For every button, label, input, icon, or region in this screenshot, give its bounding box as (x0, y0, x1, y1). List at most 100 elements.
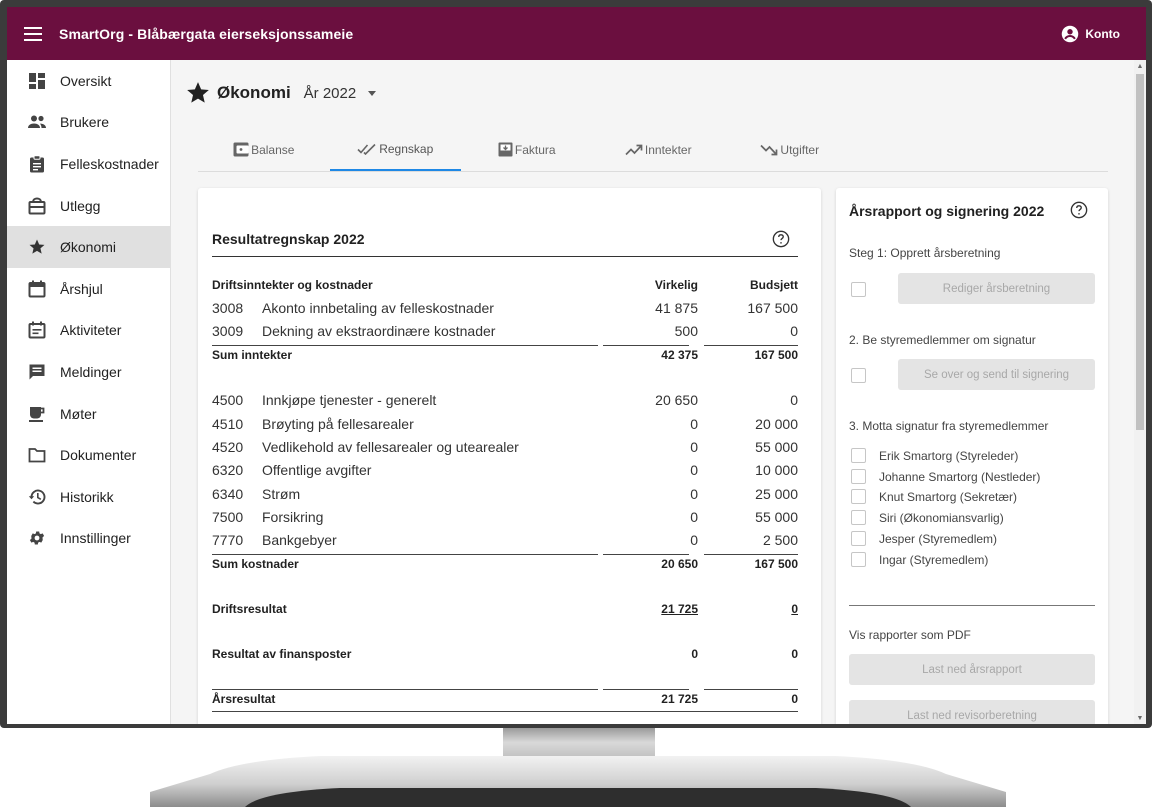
header-actual: Virkelig (654, 278, 698, 292)
receipt-box-icon (27, 196, 47, 216)
tab-utgifter[interactable]: Utgifter (724, 128, 856, 171)
monitor-bezel: SmartOrg - Blåbærgata eierseksjonssameie… (0, 0, 1152, 728)
menu-button[interactable] (7, 7, 59, 60)
scrollbar-thumb[interactable] (1136, 74, 1144, 430)
actual-value: 0 (690, 439, 698, 455)
sidebar-item-meldinger[interactable]: Meldinger (7, 351, 170, 393)
tab-inntekter[interactable]: Inntekter (593, 128, 725, 171)
actual-value: 0 (690, 532, 698, 548)
actual-value: 20 650 (661, 557, 698, 571)
step2-checkbox[interactable] (851, 368, 866, 383)
budget-value: 0 (790, 323, 798, 339)
account-description: Vedlikehold av fellesarealer og uteareal… (262, 439, 519, 455)
sidebar-item-dokumenter[interactable]: Dokumenter (7, 434, 170, 476)
tab-regnskap[interactable]: Regnskap (329, 128, 461, 171)
budget-value: 0 (791, 602, 798, 616)
sidebar-item-brukere[interactable]: Brukere (7, 102, 170, 144)
step2-label: 2. Be styremedlemmer om signatur (849, 333, 1036, 347)
sum-costs-row: Sum kostnader 20 650 167 500 (212, 555, 798, 577)
member-name: Ingar (Styremedlem) (879, 553, 989, 567)
tab-balanse[interactable]: Balanse (198, 128, 330, 171)
scroll-down-icon[interactable]: ▼ (1134, 712, 1146, 724)
member-checkbox[interactable] (851, 489, 866, 504)
actual-value: 0 (690, 486, 698, 502)
sidebar-item-arshjul[interactable]: Årshjul (7, 268, 170, 310)
people-icon (27, 112, 47, 132)
account-description: Brøyting på fellesarealer (262, 416, 414, 432)
account-description: Bankgebyer (262, 532, 337, 548)
account-number: 3008 (212, 300, 244, 316)
signing-title: Årsrapport og signering 2022 (849, 203, 1045, 219)
divider (849, 605, 1095, 606)
history-icon (27, 487, 47, 507)
annual-result-row: Årsresultat 21 725 0 (212, 690, 798, 712)
scrollbar[interactable]: ▲ ▼ (1134, 60, 1146, 724)
budget-value: 25 000 (755, 486, 798, 502)
main-content: Økonomi År 2022 Balanse Regnskap Faktura… (171, 60, 1134, 724)
actual-value: 41 875 (655, 300, 698, 316)
step3-label: 3. Motta signatur fra styremedlemmer (849, 419, 1049, 433)
budget-value: 167 500 (747, 300, 798, 316)
page-header: Økonomi År 2022 (185, 80, 377, 106)
wallet-icon (233, 142, 249, 157)
table-row: 4510 Brøyting på fellesarealer 0 20 000 (212, 414, 798, 436)
budget-value: 0 (791, 647, 798, 661)
actual-value: 0 (691, 647, 698, 661)
sidebar-item-oversikt[interactable]: Oversikt (7, 60, 170, 102)
sidebar-item-label: Møter (60, 405, 97, 422)
download-annual-report-button[interactable]: Last ned årsrapport (849, 654, 1095, 685)
hamburger-menu-icon (24, 26, 42, 41)
send-for-signing-button[interactable]: Se over og send til signering (898, 359, 1095, 390)
account-number: 6340 (212, 486, 244, 502)
scroll-up-icon[interactable]: ▲ (1134, 60, 1146, 72)
member-checkbox[interactable] (851, 448, 866, 463)
page-title: Økonomi (217, 83, 291, 102)
member-checkbox[interactable] (851, 510, 866, 525)
account-number: 7770 (212, 532, 244, 548)
sidebar-item-aktiviteter[interactable]: Aktiviteter (7, 310, 170, 352)
table-row: 4520 Vedlikehold av fellesarealer og ute… (212, 437, 798, 459)
table-row: 4500 Innkjøpe tjenester - generelt 20 65… (212, 390, 798, 412)
sidebar-item-felleskostnader[interactable]: Felleskostnader (7, 143, 170, 185)
table-row: 7770 Bankgebyer 0 2 500 (212, 530, 798, 552)
year-select[interactable]: År 2022 (304, 85, 377, 102)
monitor-stand-base (150, 756, 1006, 807)
sidebar-item-historikk[interactable]: Historikk (7, 476, 170, 518)
help-icon[interactable] (772, 230, 790, 248)
gear-icon (27, 528, 47, 548)
budget-value: 55 000 (755, 509, 798, 525)
account-button[interactable]: Konto (1061, 7, 1120, 60)
tab-label: Faktura (514, 142, 556, 157)
actual-value: 500 (674, 323, 698, 339)
sidebar-item-label: Aktiviteter (60, 322, 122, 339)
sidebar-item-okonomi[interactable]: Økonomi (7, 226, 170, 268)
year-select-value: År 2022 (303, 84, 357, 102)
sum-label: Resultat av finansposter (212, 647, 352, 661)
tab-faktura[interactable]: Faktura (461, 128, 593, 171)
help-icon[interactable] (1070, 201, 1088, 219)
edit-annual-report-button[interactable]: Rediger årsberetning (898, 273, 1095, 304)
actual-value: 42 375 (661, 348, 698, 362)
account-number: 4510 (212, 416, 244, 432)
member-checkbox[interactable] (851, 552, 866, 567)
sidebar: Oversikt Brukere Felleskostnader Utlegg … (7, 60, 171, 724)
sum-label: Driftsresultat (212, 602, 287, 616)
account-description: Innkjøpe tjenester - generelt (262, 392, 437, 408)
double-check-icon (357, 143, 376, 155)
account-number: 4500 (212, 392, 244, 408)
member-checkbox[interactable] (851, 531, 866, 546)
tab-bar: Balanse Regnskap Faktura Inntekter Utgif… (198, 128, 1108, 172)
download-auditor-report-button[interactable]: Last ned revisorberetning (849, 700, 1095, 724)
finance-result-row: Resultat av finansposter 0 0 (212, 645, 798, 667)
actual-value: 0 (690, 416, 698, 432)
account-label: Konto (1085, 26, 1120, 41)
sidebar-item-innstillinger[interactable]: Innstillinger (7, 518, 170, 560)
budget-value: 167 500 (754, 557, 798, 571)
budget-value: 2 500 (762, 532, 798, 548)
step1-checkbox[interactable] (851, 282, 866, 297)
sidebar-item-label: Brukere (60, 114, 110, 131)
sidebar-item-utlegg[interactable]: Utlegg (7, 185, 170, 227)
sidebar-item-moter[interactable]: Møter (7, 393, 170, 435)
star-icon (27, 237, 47, 257)
member-checkbox[interactable] (851, 469, 866, 484)
